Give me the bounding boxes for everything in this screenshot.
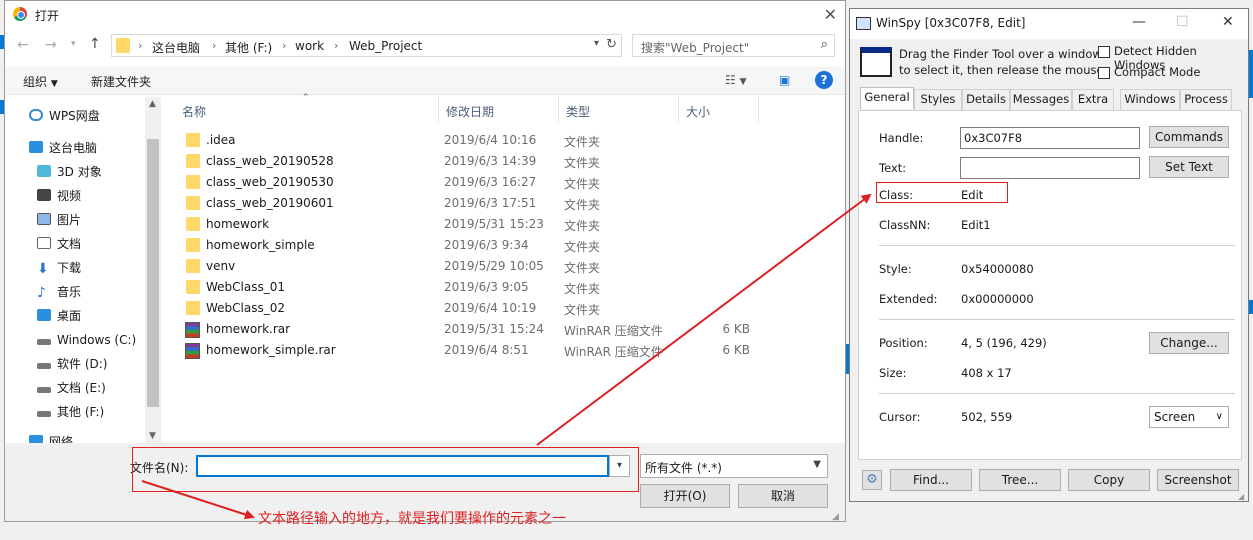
arrow-to-annotation (141, 480, 255, 520)
arrow-to-class-field (536, 193, 872, 446)
annotation-arrows (141, 193, 872, 520)
annotation-text: 文本路径输入的地方，就是我们要操作的元素之一 (258, 511, 566, 527)
